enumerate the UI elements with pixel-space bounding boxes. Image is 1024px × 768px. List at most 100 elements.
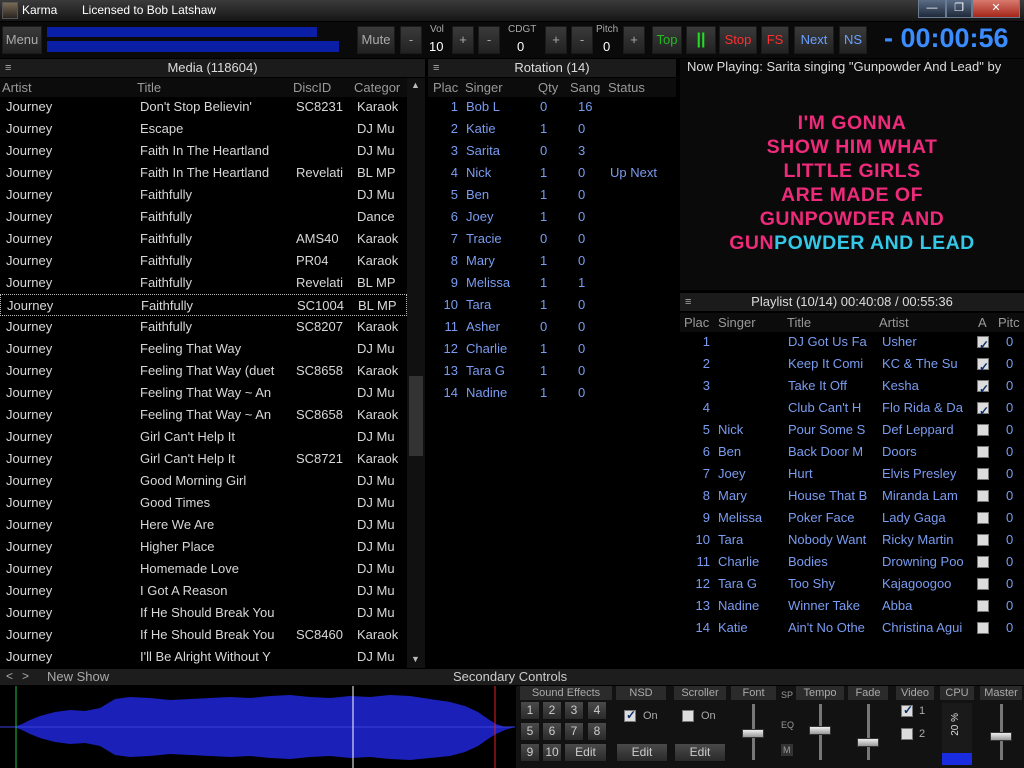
playlist-row[interactable]: 3 Take It Off Kesha 0 xyxy=(680,375,1024,400)
playlist-autoplay-checkbox[interactable] xyxy=(977,534,989,546)
playlist-autoplay-checkbox[interactable] xyxy=(977,490,989,502)
pitch-plus-button[interactable]: + xyxy=(623,26,645,54)
playlist-row[interactable]: 10 Tara Nobody Want Ricky Martin 0 xyxy=(680,529,1024,551)
sfx-button-1[interactable]: 1 xyxy=(520,701,540,720)
fade-fader-knob[interactable] xyxy=(857,738,879,747)
playlist-col-a[interactable]: A xyxy=(978,315,987,330)
media-row[interactable]: Journey Girl Can't Help It DJ Mu xyxy=(0,426,407,448)
master-fader-knob[interactable] xyxy=(990,732,1012,741)
rotation-row[interactable]: 12 Charlie 1 0 xyxy=(428,338,676,360)
rotation-col-qty[interactable]: Qty xyxy=(538,80,558,95)
rotation-col-singer[interactable]: Singer xyxy=(465,80,503,95)
close-button[interactable]: ✕ xyxy=(972,0,1020,18)
scroll-thumb[interactable] xyxy=(409,376,423,456)
media-row[interactable]: Journey Feeling That Way (duet SC8658 Karao… xyxy=(0,360,407,382)
vol-plus-button[interactable]: + xyxy=(452,26,474,54)
media-col-title[interactable]: Title xyxy=(137,80,161,95)
waveform-display[interactable] xyxy=(0,686,515,768)
media-row[interactable]: Journey Feeling That Way DJ Mu xyxy=(0,338,407,360)
sfx-button-9[interactable]: 9 xyxy=(520,743,540,762)
playlist-autoplay-checkbox[interactable] xyxy=(977,334,989,356)
scroll-down-icon[interactable]: ▼ xyxy=(411,654,420,664)
media-scrollbar[interactable]: ▲ ▼ xyxy=(407,78,425,668)
media-row[interactable]: Journey Don't Stop Believin' SC8231 Karaok xyxy=(0,96,407,118)
rotation-row[interactable]: 6 Joey 1 0 xyxy=(428,206,676,228)
m-button[interactable]: M xyxy=(781,744,793,756)
playlist-row[interactable]: 4 Club Can't H Flo Rida & Da 0 xyxy=(680,397,1024,422)
rotation-row[interactable]: 3 Sarita 0 3 xyxy=(428,140,676,162)
scroller-checkbox[interactable] xyxy=(682,710,694,722)
top-button[interactable]: Top xyxy=(652,26,682,54)
media-row[interactable]: Journey Good Times DJ Mu xyxy=(0,492,407,514)
playlist-autoplay-checkbox[interactable] xyxy=(977,356,989,378)
nsd-edit-button[interactable]: Edit xyxy=(616,743,668,762)
rotation-row[interactable]: 4 Nick 1 0 Up Next xyxy=(428,162,676,184)
sfx-button-10[interactable]: 10 xyxy=(542,743,562,762)
video-2-checkbox[interactable] xyxy=(901,728,913,740)
video-1-checkbox[interactable]: ✓ xyxy=(901,703,913,717)
media-row[interactable]: Journey Faithfully DJ Mu xyxy=(0,184,407,206)
rotation-col-place[interactable]: Plac xyxy=(433,80,458,95)
rotation-row[interactable]: 7 Tracie 0 0 xyxy=(428,228,676,250)
playlist-autoplay-checkbox[interactable] xyxy=(977,600,989,612)
minimize-button[interactable]: — xyxy=(918,0,946,18)
next-button[interactable]: Next xyxy=(794,26,834,54)
rotation-row[interactable]: 8 Mary 1 0 xyxy=(428,250,676,272)
panel-grip-icon[interactable]: ≡ xyxy=(5,59,11,77)
media-row[interactable]: Journey Here We Are DJ Mu xyxy=(0,514,407,536)
pitch-minus-button[interactable]: - xyxy=(571,26,593,54)
sfx-button-2[interactable]: 2 xyxy=(542,701,562,720)
maximize-button[interactable]: ❐ xyxy=(946,0,972,18)
media-row[interactable]: Journey I Got A Reason DJ Mu xyxy=(0,580,407,602)
panel-grip-icon[interactable]: ≡ xyxy=(433,59,439,77)
mute-button[interactable]: Mute xyxy=(357,26,395,54)
playlist-autoplay-checkbox[interactable] xyxy=(977,400,989,422)
rotation-row[interactable]: 2 Katie 1 0 xyxy=(428,118,676,140)
media-col-discid[interactable]: DiscID xyxy=(293,80,331,95)
menu-button[interactable]: Menu xyxy=(2,26,42,54)
panel-grip-icon[interactable]: ≡ xyxy=(685,293,691,311)
playlist-row[interactable]: 13 Nadine Winner Take Abba 0 xyxy=(680,595,1024,617)
media-row[interactable]: Journey Faithfully PR04 Karaok xyxy=(0,250,407,272)
show-prev-button[interactable]: < xyxy=(6,669,13,683)
scroller-edit-button[interactable]: Edit xyxy=(674,743,726,762)
rotation-row[interactable]: 1 Bob L 0 16 xyxy=(428,96,676,118)
media-row[interactable]: Journey Homemade Love DJ Mu xyxy=(0,558,407,580)
ns-button[interactable]: NS xyxy=(839,26,867,54)
playlist-autoplay-checkbox[interactable] xyxy=(977,578,989,590)
media-row[interactable]: Journey Escape DJ Mu xyxy=(0,118,407,140)
vol-minus-button[interactable]: - xyxy=(400,26,422,54)
sfx-button-4[interactable]: 4 xyxy=(587,701,607,720)
media-row[interactable]: Journey If He Should Break You SC8460 Karao… xyxy=(0,624,407,646)
playlist-row[interactable]: 5 Nick Pour Some S Def Leppard 0 xyxy=(680,419,1024,441)
rotation-col-status[interactable]: Status xyxy=(608,80,645,95)
sfx-button-6[interactable]: 6 xyxy=(542,722,562,741)
media-row[interactable]: Journey Good Morning Girl DJ Mu xyxy=(0,470,407,492)
media-col-artist[interactable]: Artist xyxy=(2,80,32,95)
playlist-col-title[interactable]: Title xyxy=(787,315,811,330)
rotation-row[interactable]: 5 Ben 1 0 xyxy=(428,184,676,206)
font-fader-knob[interactable] xyxy=(742,729,764,738)
sfx-button-8[interactable]: 8 xyxy=(587,722,607,741)
rotation-row[interactable]: 13 Tara G 1 0 xyxy=(428,360,676,382)
sfx-button-5[interactable]: 5 xyxy=(520,722,540,741)
media-row[interactable]: Journey Feeling That Way ~ An DJ Mu xyxy=(0,382,407,404)
sfx-button-3[interactable]: 3 xyxy=(564,701,584,720)
playlist-row[interactable]: 6 Ben Back Door M Doors 0 xyxy=(680,441,1024,463)
media-row[interactable]: Journey Faithfully SC1004 BL MP xyxy=(0,294,407,316)
playlist-autoplay-checkbox[interactable] xyxy=(977,468,989,480)
rotation-row[interactable]: 9 Melissa 1 1 xyxy=(428,272,676,294)
cdgt-plus-button[interactable]: + xyxy=(545,26,567,54)
playlist-row[interactable]: 2 Keep It Comi KC & The Su 0 xyxy=(680,353,1024,378)
playlist-row[interactable]: 9 Melissa Poker Face Lady Gaga 0 xyxy=(680,507,1024,529)
media-row[interactable]: Journey I'll Be Alright Without Y DJ Mu xyxy=(0,646,407,668)
show-next-button[interactable]: > xyxy=(22,669,29,683)
fade-fader-track[interactable] xyxy=(867,704,870,760)
playlist-autoplay-checkbox[interactable] xyxy=(977,556,989,568)
rotation-row[interactable]: 11 Asher 0 0 xyxy=(428,316,676,338)
playlist-row[interactable]: 8 Mary House That B Miranda Lam 0 xyxy=(680,485,1024,507)
media-row[interactable]: Journey If He Should Break You DJ Mu xyxy=(0,602,407,624)
media-row[interactable]: Journey Faithfully Dance xyxy=(0,206,407,228)
media-row[interactable]: Journey Faithfully AMS40 Karaok xyxy=(0,228,407,250)
media-row[interactable]: Journey Girl Can't Help It SC8721 Karaok xyxy=(0,448,407,470)
